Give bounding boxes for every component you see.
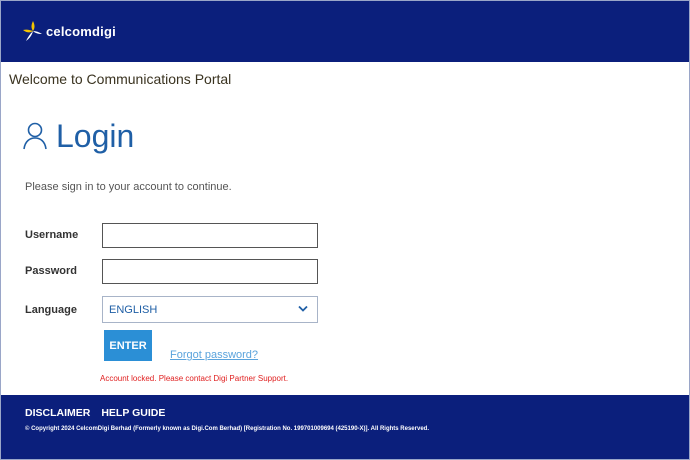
login-heading: Login xyxy=(22,116,134,156)
username-label: Username xyxy=(25,229,79,241)
help-guide-link[interactable]: HELP GUIDE xyxy=(101,407,165,419)
forgot-password-link[interactable]: Forgot password? xyxy=(170,349,258,361)
footer: DISCLAIMER HELP GUIDE © Copyright 2024 C… xyxy=(1,395,689,459)
language-label: Language xyxy=(25,304,77,316)
brand-logo[interactable]: celcomdigi xyxy=(22,16,116,46)
footer-links: DISCLAIMER HELP GUIDE xyxy=(25,407,165,419)
enter-button[interactable]: ENTER xyxy=(104,330,152,361)
copyright-text: © Copyright 2024 CelcomDigi Berhad (Form… xyxy=(25,426,429,432)
login-subtitle: Please sign in to your account to contin… xyxy=(25,181,232,193)
language-select[interactable]: ENGLISH xyxy=(102,296,318,323)
password-field[interactable] xyxy=(102,259,318,284)
disclaimer-link[interactable]: DISCLAIMER xyxy=(25,407,90,419)
language-selected-value: ENGLISH xyxy=(109,304,158,316)
celcomdigi-logo-icon xyxy=(23,21,42,41)
username-field[interactable] xyxy=(102,223,318,248)
top-header: celcomdigi xyxy=(1,1,689,62)
page-title: Login xyxy=(56,118,135,154)
chevron-down-icon xyxy=(298,305,308,312)
error-message: Account locked. Please contact Digi Part… xyxy=(100,374,289,383)
password-label: Password xyxy=(25,265,77,277)
brand-name: celcomdigi xyxy=(46,23,116,39)
user-icon xyxy=(23,122,47,150)
welcome-heading: Welcome to Communications Portal xyxy=(9,71,232,87)
